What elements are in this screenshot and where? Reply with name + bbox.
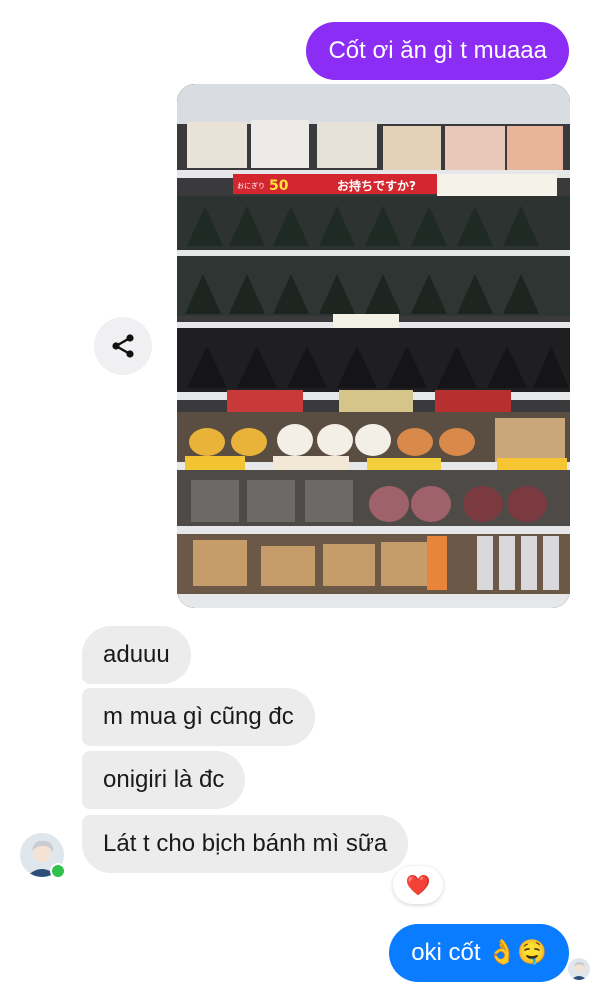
incoming-message[interactable]: Lát t cho bịch bánh mì sữa — [82, 815, 409, 873]
shared-photo[interactable]: 50 お持ちですか? おにぎり — [177, 84, 570, 608]
incoming-message[interactable]: m mua gì cũng đc — [82, 688, 315, 746]
reaction-badge[interactable]: ❤️ — [393, 866, 443, 904]
incoming-message[interactable]: aduuu — [82, 626, 191, 684]
shelf-sign-text: お持ちですか? — [337, 178, 416, 193]
shelf-sign-text: 50 — [269, 178, 289, 194]
outgoing-message[interactable]: Cốt ơi ăn gì t muaaa — [306, 22, 569, 80]
incoming-message[interactable]: onigiri là đc — [82, 751, 246, 809]
outgoing-message[interactable]: oki cốt 👌🤤 — [389, 924, 569, 982]
share-button[interactable] — [94, 317, 152, 375]
chat-thread: Cốt ơi ăn gì t muaaa 50 お持ちですか? おにぎり adu… — [0, 0, 600, 1001]
user-avatar[interactable] — [20, 833, 66, 879]
share-icon — [112, 334, 134, 358]
store-shelf-image: 50 お持ちですか? おにぎり — [177, 84, 570, 608]
shelf-sign-text: おにぎり — [237, 181, 265, 190]
online-status-dot — [50, 863, 66, 879]
seen-avatar — [568, 958, 590, 980]
seen-avatar-illustration — [568, 958, 590, 980]
